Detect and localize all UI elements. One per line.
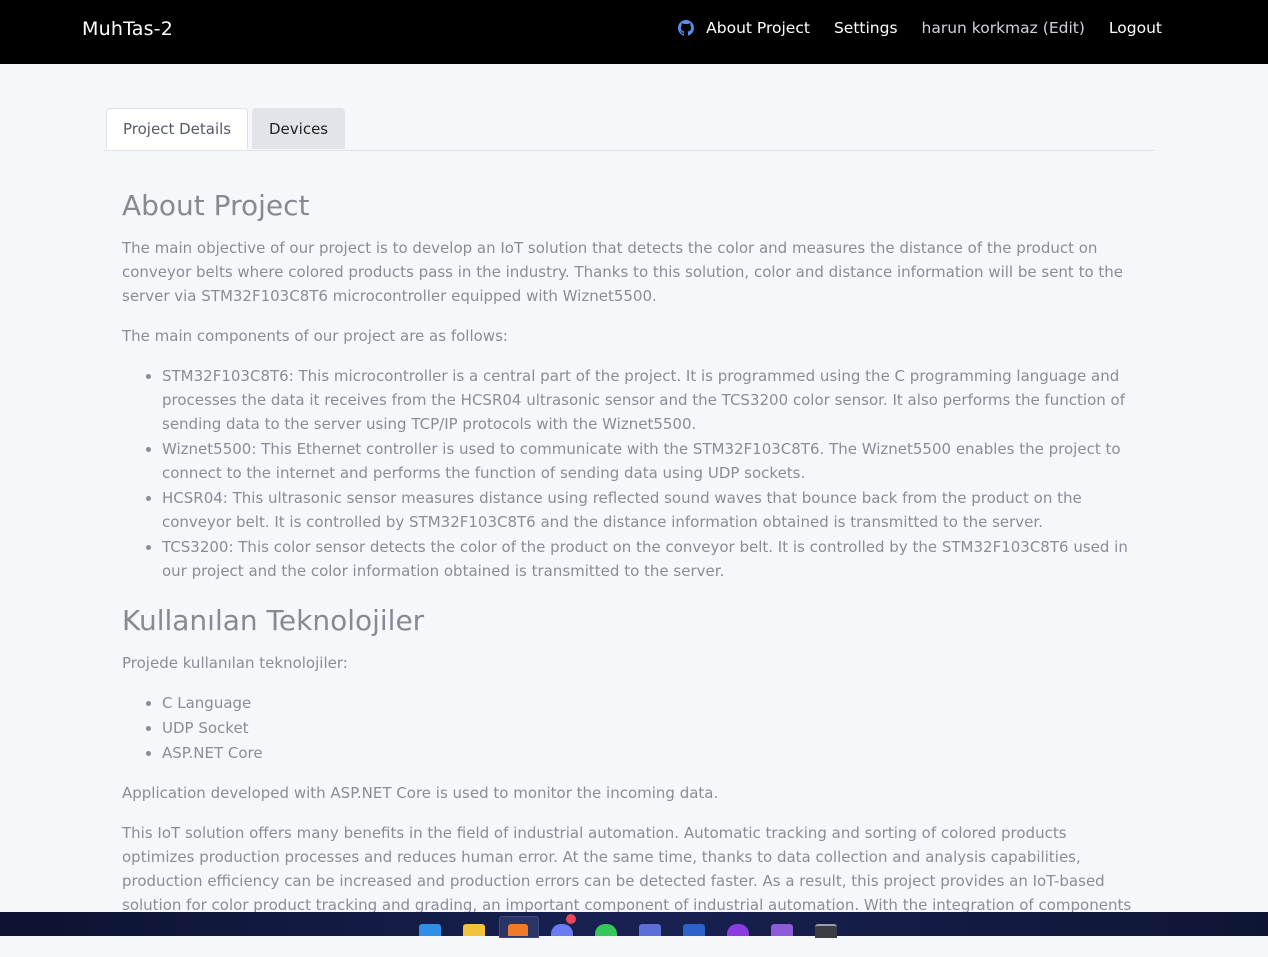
- nav-settings[interactable]: Settings: [834, 19, 898, 37]
- application-paragraph: Application developed with ASP.NET Core …: [122, 784, 719, 802]
- messenger-icon[interactable]: [551, 924, 573, 936]
- components-list: STM32F103C8T6: This microcontroller is a…: [122, 364, 1142, 583]
- file-explorer-icon[interactable]: [463, 924, 485, 936]
- edit-profile-link[interactable]: (Edit): [1043, 19, 1085, 37]
- notification-badge-icon: [566, 914, 576, 924]
- technologies-list: C Language UDP Socket ASP.NET Core: [122, 691, 1142, 765]
- components-intro: The main components of our project are a…: [122, 327, 508, 345]
- about-heading: About Project: [122, 189, 310, 222]
- visual-studio-icon[interactable]: [771, 924, 793, 936]
- technologies-intro: Projede kullanılan teknolojiler:: [122, 654, 348, 672]
- list-item: Wiznet5500: This Ethernet controller is …: [162, 437, 1142, 485]
- nav-user-profile[interactable]: harun korkmaz (Edit): [922, 19, 1085, 37]
- nav-logout[interactable]: Logout: [1109, 19, 1162, 37]
- list-item: ASP.NET Core: [162, 741, 1142, 765]
- app-icon[interactable]: [639, 924, 661, 936]
- list-item: C Language: [162, 691, 1142, 715]
- about-paragraph: The main objective of our project is to …: [122, 239, 1124, 305]
- nav-about-project[interactable]: About Project: [678, 19, 810, 37]
- app-icon-2[interactable]: [727, 924, 749, 936]
- whatsapp-icon[interactable]: [595, 924, 617, 936]
- list-item: HCSR04: This ultrasonic sensor measures …: [162, 486, 1142, 534]
- github-icon: [678, 20, 695, 36]
- list-item: TCS3200: This color sensor detects the c…: [162, 535, 1142, 583]
- project-details-content: About Project The main objective of our …: [122, 184, 1142, 957]
- tab-bar: Project Details Devices: [104, 108, 1154, 151]
- windows-start-icon[interactable]: [419, 924, 441, 936]
- firefox-icon-glyph: [508, 924, 528, 936]
- user-name: harun korkmaz: [921, 19, 1038, 37]
- technologies-heading: Kullanılan Teknolojiler: [122, 604, 425, 637]
- top-navbar: MuhTas-2 About Project Settings harun ko…: [0, 0, 1268, 64]
- nav-about-label: About Project: [706, 19, 810, 37]
- nav-links: About Project Settings harun korkmaz (Ed…: [678, 19, 1162, 37]
- tab-devices[interactable]: Devices: [252, 108, 346, 149]
- os-taskbar: [0, 912, 1268, 938]
- tab-project-details[interactable]: Project Details: [106, 108, 249, 150]
- brand-link[interactable]: MuhTas-2: [82, 18, 173, 40]
- word-icon[interactable]: [683, 924, 705, 936]
- list-item: STM32F103C8T6: This microcontroller is a…: [162, 364, 1142, 436]
- list-item: UDP Socket: [162, 716, 1142, 740]
